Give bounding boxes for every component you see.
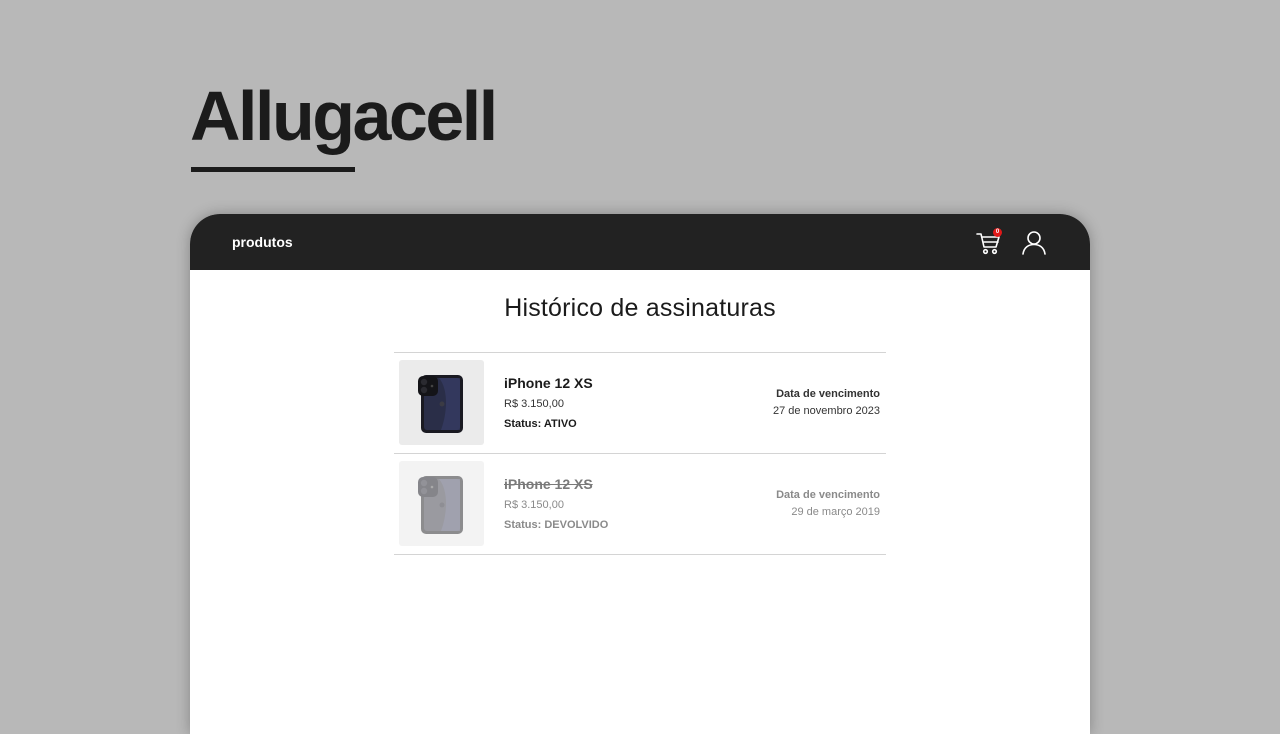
- phone-image: [418, 375, 463, 433]
- product-thumbnail: [399, 360, 484, 445]
- page-title: Histórico de assinaturas: [504, 294, 776, 322]
- subscription-status: Status: DEVOLVIDO: [504, 519, 609, 531]
- product-thumbnail: [399, 461, 484, 546]
- subscription-list: iPhone 12 XS R$ 3.150,00 Status: ATIVO D…: [394, 352, 886, 555]
- brand-logo: Allugacell: [190, 77, 498, 155]
- subscription-row[interactable]: iPhone 12 XS R$ 3.150,00 Status: DEVOLVI…: [394, 454, 886, 555]
- user-icon: [1022, 231, 1046, 255]
- nav-link-products[interactable]: produtos: [232, 234, 293, 250]
- product-price: R$ 3.150,00: [504, 499, 564, 511]
- app-window: produtos 0 Histórico de assinaturas iPho…: [190, 214, 1090, 734]
- cart-count-badge: 0: [993, 228, 1002, 237]
- due-date-value: 29 de março 2019: [791, 506, 880, 518]
- navbar: produtos 0: [190, 214, 1090, 270]
- product-price: R$ 3.150,00: [504, 398, 564, 410]
- brand-underline: [191, 167, 355, 172]
- due-date-label: Data de vencimento: [776, 388, 880, 400]
- product-name: iPhone 12 XS: [504, 476, 593, 492]
- subscription-row[interactable]: iPhone 12 XS R$ 3.150,00 Status: ATIVO D…: [394, 353, 886, 454]
- due-date-label: Data de vencimento: [776, 489, 880, 501]
- due-date-value: 27 de novembro 2023: [772, 405, 880, 417]
- subscription-status: Status: ATIVO: [504, 418, 577, 430]
- user-account-button[interactable]: [1020, 228, 1048, 256]
- phone-image: [418, 476, 463, 534]
- product-name: iPhone 12 XS: [504, 375, 593, 391]
